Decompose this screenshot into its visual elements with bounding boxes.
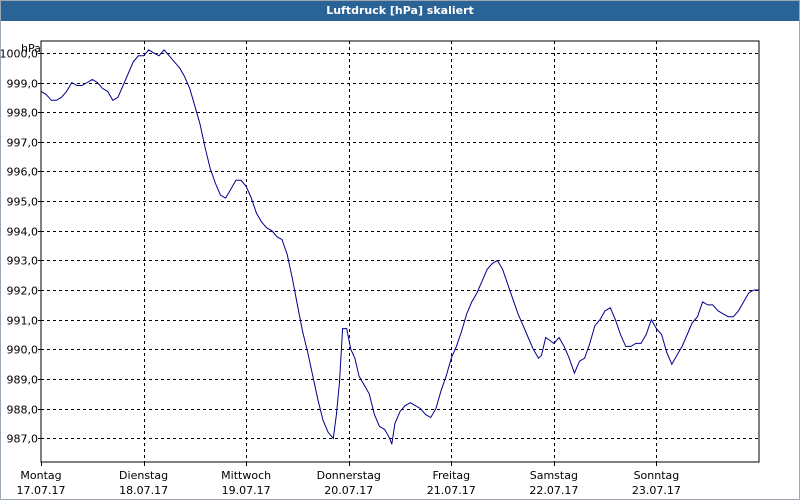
x-tick-date: 21.07.17 xyxy=(427,484,476,497)
y-axis-ticks: 987,0 988,0 989,0 990,0 991,0 992,0 993,0 994,0… xyxy=(1,48,41,446)
y-tick-label: 990,0 xyxy=(7,344,39,357)
y-tick-label: 992,0 xyxy=(7,285,39,298)
pressure-series-line xyxy=(40,49,759,445)
y-tick-label: 989,0 xyxy=(7,374,39,387)
x-tick-date: 19.07.17 xyxy=(222,484,271,497)
x-tick-day: Mittwoch xyxy=(221,469,271,482)
y-tick-label: 994,0 xyxy=(7,226,39,239)
y-tick-label: 1000,0 xyxy=(1,48,38,61)
y-tick-label: 998,0 xyxy=(7,107,39,120)
y-tick-label: 995,0 xyxy=(7,196,39,209)
y-tick-label: 996,0 xyxy=(7,166,39,179)
pressure-chart: hPa 987,0988,0989,0990,0991,0992,0993,09… xyxy=(1,40,760,497)
x-tick-day: Samstag xyxy=(530,469,578,482)
x-axis-ticks: Montag 17.07.17 Dienstag 18.07.17 Mittwoch 19… xyxy=(17,462,681,497)
y-tick-label: 991,0 xyxy=(7,315,39,328)
x-tick-date: 17.07.17 xyxy=(17,484,66,497)
x-tick-day: Dienstag xyxy=(119,469,168,482)
chart-window: Luftdruck [hPa] skaliert hPa 987,0 988,0 9… xyxy=(0,0,800,500)
y-tick-label: 997,0 xyxy=(7,137,39,150)
x-tick-day: Montag xyxy=(20,469,61,482)
y-tick-label: 999,0 xyxy=(7,78,39,91)
x-tick-date: 18.07.17 xyxy=(119,484,168,497)
x-tick-date: 22.07.17 xyxy=(529,484,578,497)
x-tick-day: Donnerstag xyxy=(317,469,381,482)
plot-area xyxy=(40,40,760,463)
x-tick-day: Sonntag xyxy=(634,469,680,482)
x-tick-date: 20.07.17 xyxy=(324,484,373,497)
y-tick-label: 993,0 xyxy=(7,255,39,268)
x-tick-date: 23.07.17 xyxy=(632,484,681,497)
y-tick-label: 988,0 xyxy=(7,404,39,417)
y-tick-label: 987,0 xyxy=(7,433,39,446)
grid-lines xyxy=(41,41,759,462)
x-tick-day: Freitag xyxy=(432,469,470,482)
